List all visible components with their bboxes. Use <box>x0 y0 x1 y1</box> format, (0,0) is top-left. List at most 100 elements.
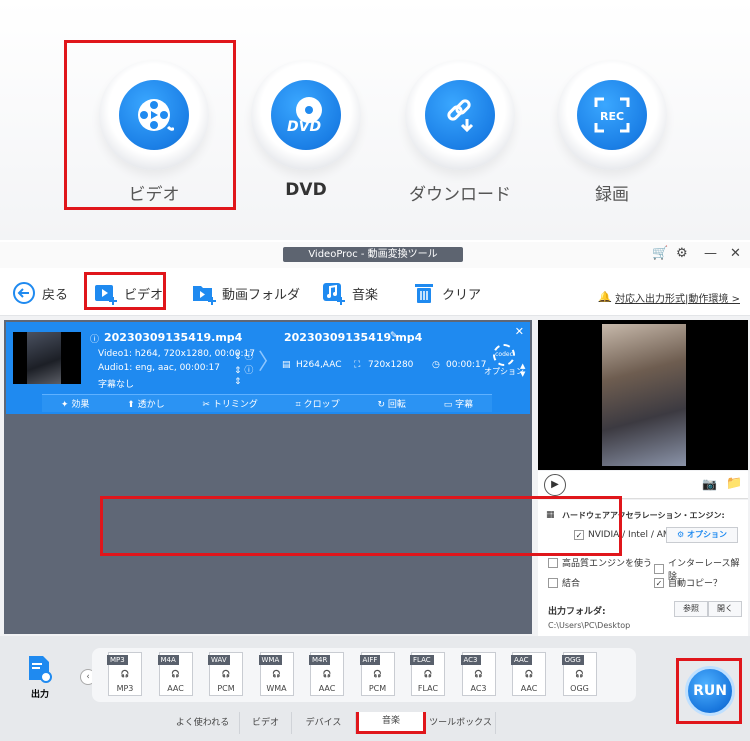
output-file-name: 20230309135419.mp4 <box>284 331 423 344</box>
format-doc-icon: AIFF 🎧 PCM <box>359 652 395 696</box>
format-doc-icon: OGG 🎧 OGG <box>561 652 597 696</box>
codec-gear-icon: codec <box>493 344 515 366</box>
format-tile-flac[interactable]: FLAC 🎧 FLAC <box>409 652 447 696</box>
launcher-download-tile[interactable]: ダウンロード <box>400 60 520 205</box>
output-path: C:\Users\PC\Desktop <box>548 621 631 630</box>
highlight-box-video-tile <box>64 40 236 210</box>
video-track-info: Video1: h264, 720x1280, 00:00:17 <box>98 349 255 359</box>
info-icon[interactable]: ⓘ <box>90 332 99 345</box>
output-resolution: 720x1280 <box>368 360 414 370</box>
format-tile-m4a[interactable]: M4A 🎧 AAC <box>157 652 195 696</box>
hw-option-button[interactable]: ⚙ オプション <box>666 527 738 543</box>
format-doc-icon: FLAC 🎧 FLAC <box>410 652 445 696</box>
watermark-button[interactable]: ⬆ 透かし <box>127 397 164 410</box>
browse-button[interactable]: 参照 <box>674 601 708 617</box>
launcher-dvd-tile[interactable]: DVD DVD <box>246 60 366 200</box>
highlight-box-video-button <box>84 272 166 310</box>
source-file-name: 20230309135419.mp4 <box>104 331 243 344</box>
format-doc-icon: M4R 🎧 AAC <box>309 652 344 696</box>
subtitle-stepper[interactable]: ⇕ <box>234 377 242 387</box>
format-tile-mp3[interactable]: MP3 🎧 MP3 <box>106 652 144 696</box>
snapshot-camera-icon[interactable]: 📷 <box>702 477 717 491</box>
format-tag: AIFF <box>359 655 381 665</box>
format-doc-icon: AC3 🎧 AC3 <box>460 652 496 696</box>
close-window-button[interactable]: ✕ <box>730 246 741 261</box>
headphones-icon: 🎧 <box>474 670 483 678</box>
bell-icon: 🔔 <box>598 292 612 303</box>
supported-formats-link[interactable]: 🔔 対応入出力形式|動作環境 > <box>599 290 740 305</box>
tab-device[interactable]: デバイス <box>292 712 356 734</box>
trash-icon <box>415 284 433 303</box>
video-thumbnail[interactable] <box>13 332 81 384</box>
format-tag: M4A <box>157 655 179 665</box>
format-doc-icon: WMA 🎧 WMA <box>258 652 294 696</box>
add-music-label: 音楽 <box>352 287 379 303</box>
launcher-panel: ビデオ DVD DVD ダウンロード REC 録画 <box>0 0 750 240</box>
resolution-icon: ⛶ <box>354 360 361 370</box>
format-tile-ogg[interactable]: OGG 🎧 OGG <box>561 652 599 696</box>
merge-checkbox[interactable]: 結合 <box>548 576 580 589</box>
rotate-button[interactable]: ↻ 回転 <box>377 397 405 410</box>
format-tag: MP3 <box>107 655 128 665</box>
play-button[interactable]: ▶ <box>544 474 566 496</box>
tab-video[interactable]: ビデオ <box>240 712 292 734</box>
tab-music[interactable]: 音楽 <box>356 712 426 734</box>
back-button[interactable]: 戻る <box>12 280 68 306</box>
card-scroll[interactable]: ▲ ▼ <box>520 362 528 378</box>
headphones-icon: 🎧 <box>171 670 180 678</box>
format-tile-wma[interactable]: WMA 🎧 WMA <box>258 652 296 696</box>
format-codec-label: AAC <box>318 684 336 693</box>
format-tag: AAC <box>511 655 532 665</box>
crop-button[interactable]: ⌗ クロップ <box>296 397 340 410</box>
headphones-icon: 🎧 <box>524 670 534 678</box>
open-folder-icon[interactable]: 📁 <box>726 476 742 491</box>
tab-popular[interactable]: よく使われる <box>166 712 240 734</box>
format-tile-m4r[interactable]: M4R 🎧 AAC <box>308 652 346 696</box>
format-tile-ac3[interactable]: AC3 🎧 AC3 <box>460 652 498 696</box>
add-folder-button[interactable]: 動画フォルダ <box>192 280 300 306</box>
format-codec-label: AAC <box>167 684 184 693</box>
tab-toolbox[interactable]: ツールボックス <box>426 712 496 734</box>
launcher-record-tile[interactable]: REC 録画 <box>552 60 672 205</box>
add-music-button[interactable]: 音楽 <box>322 280 378 306</box>
window-title: VideoProc - 動画変換ツール <box>283 247 463 262</box>
format-tile-wav[interactable]: WAV 🎧 PCM <box>207 652 245 696</box>
format-codec-label: WMA <box>266 684 287 693</box>
format-tile-aac[interactable]: AAC 🎧 AAC <box>510 652 548 696</box>
format-codec-label: PCM <box>368 684 387 693</box>
format-tag: AC3 <box>460 655 481 665</box>
effect-button[interactable]: ✦ 効果 <box>61 397 89 410</box>
output-settings-button[interactable]: 出力 <box>18 654 62 700</box>
link-download-icon <box>447 99 474 133</box>
svg-text:DVD: DVD <box>287 119 321 135</box>
format-codec-label: FLAC <box>417 684 439 693</box>
remove-file-close-icon[interactable]: ✕ <box>515 325 524 338</box>
minimize-button[interactable]: — <box>704 246 717 261</box>
format-codec-label: OGG <box>570 684 589 693</box>
clear-button[interactable]: クリア <box>412 280 481 306</box>
format-tile-aiff[interactable]: AIFF 🎧 PCM <box>359 652 397 696</box>
settings-gear-icon[interactable]: ⚙ <box>676 246 688 261</box>
highlight-box-formats <box>100 496 622 556</box>
format-tag: OGG <box>561 655 584 665</box>
open-button[interactable]: 開く <box>708 601 742 617</box>
auto-copy-checkbox[interactable]: ✓ 自動コピー？ <box>654 576 722 589</box>
subtitle-button[interactable]: ▭ 字幕 <box>444 397 473 410</box>
trim-button[interactable]: ✂ トリミング <box>202 397 257 410</box>
format-doc-icon: MP3 🎧 MP3 <box>107 652 142 696</box>
run-button[interactable]: RUN <box>685 666 735 716</box>
file-item-card[interactable]: ⓘ 20230309135419.mp4 Video1: h264, 720x1… <box>6 322 530 414</box>
add-folder-label: 動画フォルダ <box>222 287 301 303</box>
cart-icon[interactable]: 🛒 <box>652 246 668 261</box>
format-doc-icon: AAC 🎧 AAC <box>511 652 546 696</box>
video-track-stepper[interactable]: ⇕ ⓘ <box>234 349 253 362</box>
edit-toolbar: ✦ 効果 ⬆ 透かし ✂ トリミング ⌗ クロップ ↻ 回転 ▭ 字幕 <box>42 394 492 412</box>
rename-pencil-icon[interactable]: ✎ <box>390 331 398 341</box>
title-bar: VideoProc - 動画変換ツール 🛒 ⚙ — ✕ <box>0 242 750 268</box>
high-quality-checkbox[interactable]: 高品質エンジンを使う <box>548 556 652 569</box>
subtitle-info: 字幕なし <box>98 380 135 390</box>
audio-track-stepper[interactable]: ⇕ ⓘ <box>234 363 253 376</box>
output-folder-label: 出力フォルダ: <box>548 607 606 617</box>
clear-label: クリア <box>442 287 482 303</box>
format-doc-icon: M4A 🎧 AAC <box>157 652 193 696</box>
